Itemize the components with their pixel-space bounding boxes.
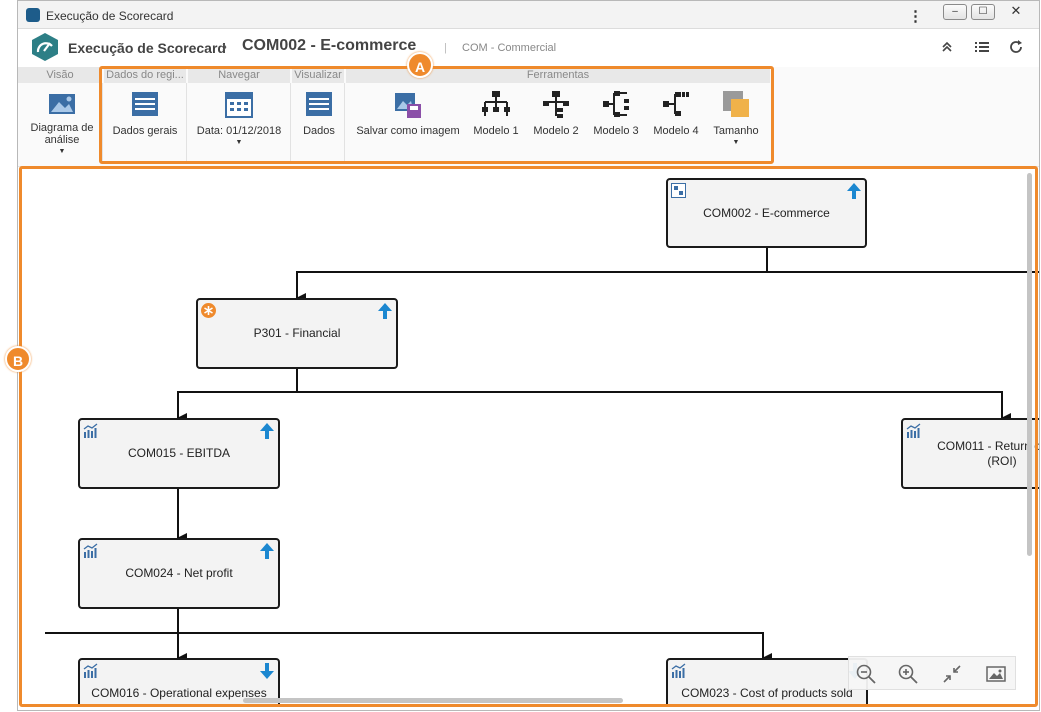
page-header: Execução de Scorecard › COM002 - E-comme… [18,29,1039,67]
page-subtitle: COM - Commercial [462,42,557,54]
dropdown-caret-icon: ▼ [58,148,66,155]
callout-frame-a [99,66,774,164]
callout-frame-b [19,166,1038,707]
breadcrumb-app[interactable]: Execução de Scorecard [68,40,226,56]
app-icon [26,8,40,22]
analysis-diagram-button[interactable]: Diagrama de análise ▼ [26,89,98,155]
window-title: Execução de Scorecard [46,9,174,23]
scorecard-logo-icon [32,33,58,61]
collapse-header-icon[interactable] [941,41,953,53]
close-button[interactable]: ✕ [1001,4,1031,20]
more-options-icon[interactable]: ⋮ [908,7,923,25]
refresh-icon[interactable] [1008,39,1024,55]
maximize-button[interactable]: ☐ [971,4,995,20]
breadcrumb-separator: › [222,38,227,55]
list-view-icon[interactable] [975,41,989,53]
minimize-button[interactable]: – [943,4,967,20]
callout-marker-b: B [5,346,31,372]
page-title: COM002 - E-commerce [242,37,417,54]
title-bar: Execução de Scorecard ⋮ – ☐ ✕ [18,1,1039,29]
image-diagram-icon [49,94,75,114]
group-visao-label: Visão [18,67,102,83]
callout-marker-a: A [407,52,433,78]
analysis-diagram-label: Diagrama de análise [30,122,94,146]
header-divider: | [444,42,447,54]
